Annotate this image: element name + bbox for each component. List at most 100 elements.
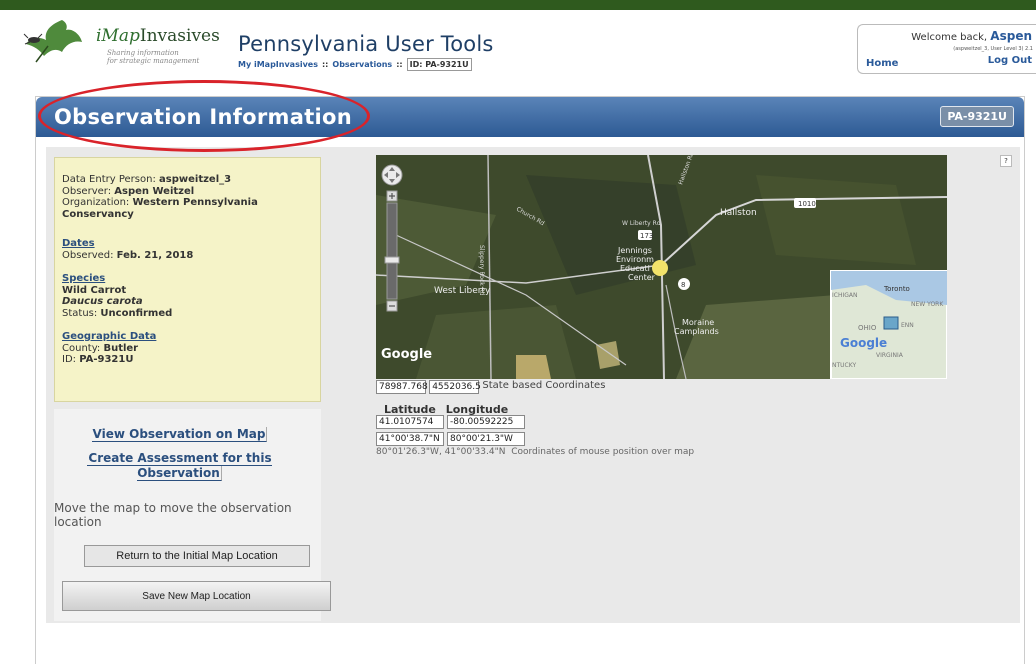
- move-map-hint: Move the map to move the observation loc…: [54, 501, 292, 529]
- inset-label-michigan: ICHIGAN: [832, 292, 857, 299]
- map-forest: [756, 175, 916, 265]
- home-link[interactable]: Home: [866, 58, 898, 69]
- org-label: Organization:: [62, 197, 130, 208]
- user-meta: (aspweitzel_3, User Level 3) 2.1: [953, 46, 1033, 52]
- breadcrumb-separator: ::: [321, 60, 329, 69]
- observed-date: Observed: Feb. 21, 2018: [62, 250, 313, 262]
- road-shield-1010-label: 1010: [798, 200, 816, 208]
- breadcrumb: My iMapInvasives:: Observations:: ID: PA-9…: [238, 58, 472, 71]
- dms-coordinates-row: 41°00'38.7"N 80°00'21.3"W: [376, 432, 528, 446]
- view-on-map-label: View Observation on Map: [91, 427, 268, 442]
- latitude-decimal-field[interactable]: 41.0107574: [376, 415, 444, 429]
- brand-name: iMapInvasives: [96, 26, 220, 46]
- tagline-line-2: for strategic management: [107, 57, 200, 65]
- breadcrumb-separator: ::: [396, 60, 403, 69]
- save-map-location-button[interactable]: Save New Map Location: [62, 581, 331, 611]
- observed-value: Feb. 21, 2018: [116, 249, 194, 261]
- page-title: Observation Information: [54, 105, 353, 129]
- panel-titlebar: Observation Information PA-9321U: [36, 97, 1024, 137]
- top-accent-bar: [0, 0, 1036, 10]
- road-shield-173-label: 173: [640, 232, 653, 240]
- data-entry-person: Data Entry Person: aspweitzel_3: [62, 174, 313, 186]
- latitude-dms-field[interactable]: 41°00'38.7"N: [376, 432, 444, 446]
- scientific-name: Daucus carota: [62, 296, 313, 308]
- road-shield-8-label: 8: [681, 281, 685, 289]
- observed-label: Observed:: [62, 249, 114, 261]
- breadcrumb-my-imapinvasives[interactable]: My iMapInvasives: [238, 60, 318, 69]
- entry-label: Data Entry Person:: [62, 174, 156, 185]
- content-area: Data Entry Person: aspweitzel_3 Observer…: [46, 147, 1020, 623]
- id-label: ID:: [62, 354, 77, 365]
- map-field: [416, 305, 576, 379]
- inset-google-attribution: Google: [840, 336, 887, 350]
- mouse-coords-value: 80°01'26.3"W, 41°00'33.4"N: [376, 447, 506, 457]
- inset-label-penn: ENN: [901, 322, 914, 329]
- common-name-value: Wild Carrot: [62, 284, 127, 296]
- welcome-message: Welcome back, Aspen: [911, 29, 1032, 43]
- inset-label-virginia: VIRGINIA: [876, 352, 904, 359]
- overview-inset-map[interactable]: Toronto NEW YORK ICHIGAN OHIO ENN VIRGIN…: [830, 270, 947, 379]
- tagline-line-1: Sharing information: [107, 49, 179, 57]
- state-coords-label: State based Coordinates: [482, 380, 606, 391]
- state-coordinates-row: 78987.768 4552036.5 State based Coordina…: [376, 380, 605, 394]
- brand-prefix: iMap: [96, 26, 140, 46]
- map-field: [596, 341, 620, 369]
- map-label-hallston: Hallston: [720, 208, 757, 218]
- site-header: iMapInvasives Sharing information for st…: [0, 10, 1036, 74]
- breadcrumb-current-id: ID: PA-9321U: [406, 58, 472, 71]
- welcome-prefix: Welcome back,: [911, 32, 988, 43]
- google-attribution: Google: [381, 347, 432, 362]
- brand-suffix: Invasives: [139, 26, 220, 46]
- return-initial-location-button[interactable]: Return to the Initial Map Location: [84, 545, 310, 567]
- status-label: Status:: [62, 307, 98, 319]
- observation-id: ID: PA-9321U: [62, 354, 313, 366]
- breadcrumb-observations[interactable]: Observations: [332, 60, 392, 69]
- view-on-map-link[interactable]: View Observation on Map: [46, 427, 313, 442]
- status: Status: Unconfirmed: [62, 308, 313, 320]
- site-title: Pennsylvania User Tools: [238, 32, 494, 56]
- brand-tagline: Sharing information for strategic manage…: [107, 49, 199, 65]
- observation-info-card: Data Entry Person: aspweitzel_3 Observer…: [54, 157, 321, 402]
- inset-label-ohio: OHIO: [858, 324, 877, 332]
- map-road-liberty: W Liberty Rd: [622, 220, 661, 227]
- state-y-field[interactable]: 4552036.5: [429, 380, 481, 394]
- observer-label: Observer:: [62, 185, 112, 197]
- zoom-slider-handle[interactable]: [384, 256, 400, 264]
- observation-map[interactable]: Hallston West Liberty Jennings Environm Ed…: [376, 155, 947, 379]
- id-value: PA-9321U: [79, 354, 134, 365]
- decimal-coordinates-row: 41.0107574 -80.00592225: [376, 415, 528, 429]
- entry-value: aspweitzel_3: [159, 174, 232, 185]
- inset-label-newyork: NEW YORK: [911, 301, 944, 308]
- county: County: Butler: [62, 343, 313, 355]
- common-name: Wild Carrot: [62, 285, 313, 297]
- longitude-decimal-field[interactable]: -80.00592225: [447, 415, 525, 429]
- observation-point-marker[interactable]: [652, 260, 668, 276]
- status-value: Unconfirmed: [100, 307, 173, 319]
- map-field: [516, 355, 551, 379]
- create-assessment-label: Create Assessment for this Observation: [87, 451, 272, 481]
- observer-value: Aspen Weitzel: [114, 185, 195, 197]
- zoom-slider-track[interactable]: [386, 202, 398, 300]
- user-name: Aspen: [990, 29, 1032, 43]
- mouse-coordinates-row: 80°01'26.3"W, 41°00'33.4"N Coordinates o…: [376, 447, 694, 457]
- map-road-slippery: Slippery Rock Rd: [478, 245, 485, 296]
- observer: Observer: Aspen Weitzel: [62, 186, 313, 198]
- organization: Organization: Western Pennsylvania Conse…: [62, 197, 313, 220]
- scientific-name-value: Daucus carota: [62, 296, 143, 307]
- state-x-field[interactable]: 78987.768: [376, 380, 428, 394]
- observation-panel: Observation Information PA-9321U Data En…: [35, 96, 1025, 664]
- dates-heading: Dates: [62, 238, 95, 249]
- species-heading: Species: [62, 273, 106, 284]
- observation-id-badge: PA-9321U: [940, 106, 1014, 127]
- user-box: Welcome back, Aspen (aspweitzel_3, User …: [857, 24, 1036, 74]
- logout-link[interactable]: Log Out: [988, 55, 1032, 66]
- inset-viewport-box: [883, 316, 899, 330]
- help-icon[interactable]: ?: [1000, 155, 1012, 167]
- geographic-heading: Geographic Data: [62, 331, 157, 342]
- leaf-logo-icon: [23, 20, 82, 63]
- inset-label-toronto: Toronto: [883, 285, 910, 293]
- mouse-coords-label: Coordinates of mouse position over map: [511, 447, 695, 457]
- inset-label-kentucky: NTUCKY: [832, 362, 856, 369]
- create-assessment-link[interactable]: Create Assessment for this Observation: [46, 451, 313, 481]
- longitude-dms-field[interactable]: 80°00'21.3"W: [447, 432, 525, 446]
